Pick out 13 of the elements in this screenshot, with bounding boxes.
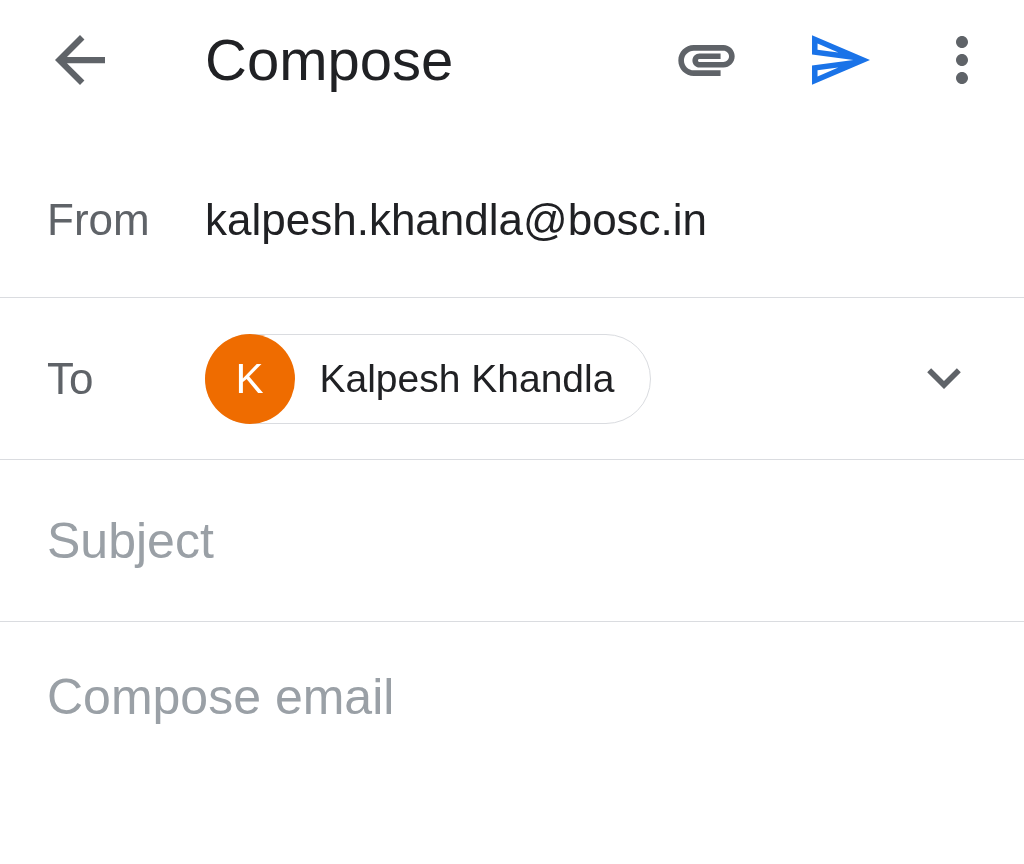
screen-title: Compose: [205, 26, 454, 95]
more-options-icon[interactable]: [956, 36, 968, 84]
send-icon[interactable]: [812, 35, 870, 85]
chevron-down-icon[interactable]: [927, 368, 961, 389]
body-field[interactable]: Compose email: [47, 667, 977, 827]
to-label: To: [47, 353, 95, 404]
subject-field[interactable]: Subject: [47, 508, 977, 573]
recipient-name: Kalpesh Khandla: [319, 356, 615, 401]
paperclip-icon[interactable]: [678, 44, 735, 76]
avatar: K: [204, 333, 295, 424]
sender-address[interactable]: kalpesh.khandla@bosc.in: [205, 194, 708, 245]
from-label: From: [47, 194, 151, 245]
back-arrow-icon[interactable]: [55, 35, 105, 85]
